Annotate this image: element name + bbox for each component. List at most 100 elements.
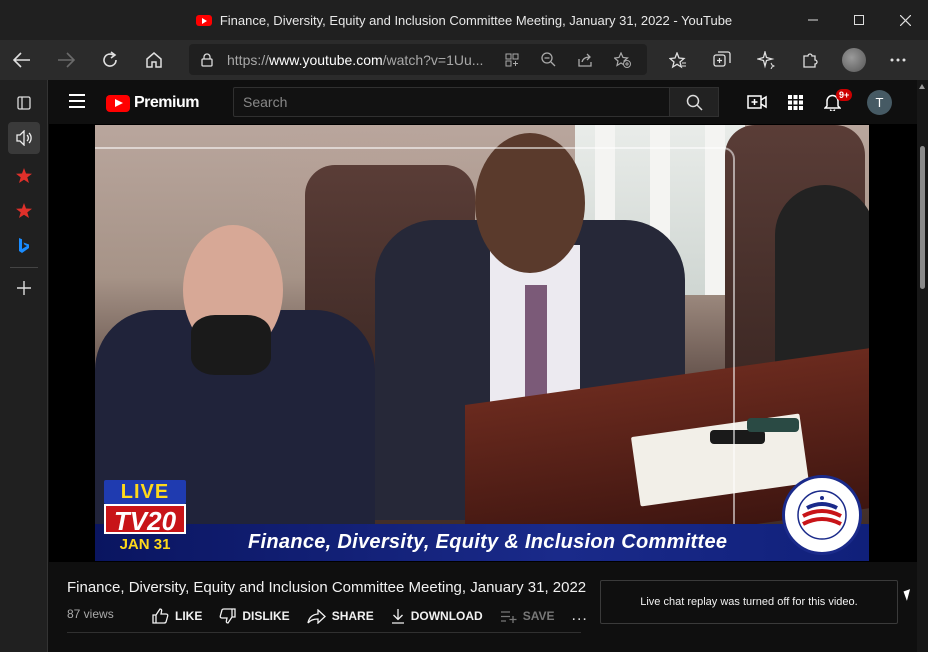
search-icon xyxy=(686,94,703,111)
broadcast-date: JAN 31 xyxy=(119,536,171,553)
mouse-cursor-icon xyxy=(903,589,914,601)
apps-grid-icon xyxy=(787,94,803,110)
arrow-left-icon xyxy=(13,52,30,68)
collections-button[interactable] xyxy=(700,40,744,80)
notification-count-badge: 9+ xyxy=(836,89,853,101)
media-control-button[interactable] xyxy=(8,122,40,154)
speaker-icon xyxy=(15,130,32,146)
favorites-button[interactable] xyxy=(656,40,700,80)
home-icon xyxy=(146,52,162,68)
maximize-icon xyxy=(854,15,864,25)
banner-text: Finance, Diversity, Equity & Inclusion C… xyxy=(248,531,728,553)
extensions-button[interactable] xyxy=(788,40,832,80)
create-button[interactable] xyxy=(745,90,769,114)
youtube-play-icon xyxy=(106,94,130,112)
browser-menu-button[interactable] xyxy=(876,40,920,80)
favorites-star-icon xyxy=(669,51,686,68)
profile-avatar xyxy=(842,48,866,72)
scene-phone xyxy=(747,418,799,432)
maximize-button[interactable] xyxy=(836,0,882,40)
share-button[interactable]: SHARE xyxy=(307,608,374,624)
apps-button[interactable] xyxy=(783,90,807,114)
save-label: SAVE xyxy=(522,609,555,623)
youtube-logo-text: Premium xyxy=(134,94,199,111)
browser-sidebar xyxy=(0,80,48,652)
video-actions: LIKE DISLIKE SHARE DOWNLOAD SAVE ... xyxy=(152,604,588,628)
zoom-button[interactable] xyxy=(530,44,567,75)
more-actions-button[interactable]: ... xyxy=(572,607,588,625)
hamburger-icon xyxy=(69,94,85,96)
minimize-button[interactable] xyxy=(790,0,836,40)
video-player[interactable]: Finance, Diversity, Equity & Inclusion C… xyxy=(49,124,917,562)
add-favorite-button[interactable] xyxy=(604,44,641,75)
plus-icon xyxy=(17,281,31,295)
guide-menu-button[interactable] xyxy=(69,94,85,108)
content-divider xyxy=(67,632,581,633)
window-controls xyxy=(790,0,928,40)
youtube-header: Premium Search 9+ T xyxy=(49,80,917,124)
search-input[interactable]: Search xyxy=(233,87,670,117)
share-arrow-icon xyxy=(307,608,326,624)
refresh-button[interactable] xyxy=(88,40,132,80)
dislike-button[interactable]: DISLIKE xyxy=(219,608,290,624)
home-button[interactable] xyxy=(132,40,176,80)
profile-button[interactable] xyxy=(832,40,876,80)
url-path: /watch?v=1Uu... xyxy=(382,51,484,68)
share-label: SHARE xyxy=(331,609,374,623)
address-bar[interactable]: https://www.youtube.com/watch?v=1Uu... xyxy=(189,44,647,75)
browser-extension-tools xyxy=(656,40,920,80)
video-camera-plus-icon xyxy=(747,95,767,109)
video-lower-third-banner: Finance, Diversity, Equity & Inclusion C… xyxy=(95,524,869,561)
puzzle-icon xyxy=(803,53,818,68)
video-frame[interactable] xyxy=(95,125,869,560)
view-count: 87 views xyxy=(67,607,114,621)
search-button[interactable] xyxy=(669,87,719,117)
copilot-button[interactable] xyxy=(744,40,788,80)
url-text[interactable]: https://www.youtube.com/watch?v=1Uu... xyxy=(227,52,489,68)
close-button[interactable] xyxy=(882,0,928,40)
apps-available-button[interactable] xyxy=(493,44,530,75)
thumbs-down-icon xyxy=(219,608,236,624)
minimize-icon xyxy=(808,19,818,21)
more-horizontal-icon xyxy=(890,58,906,62)
url-domain: www.youtube.com xyxy=(269,51,383,68)
url-prefix: https:// xyxy=(227,51,270,68)
tab-actions-button[interactable] xyxy=(8,87,40,119)
window-title: Finance, Diversity, Equity and Inclusion… xyxy=(219,12,733,28)
window-title-group: Finance, Diversity, Equity and Inclusion… xyxy=(195,12,733,28)
hamburger-line xyxy=(69,106,85,108)
address-bar-icons xyxy=(493,44,641,75)
bing-icon xyxy=(19,238,29,253)
chat-notice-text: Live chat replay was turned off for this… xyxy=(640,596,858,608)
window-titlebar: Finance, Diversity, Equity and Inclusion… xyxy=(0,0,928,40)
city-seal-icon xyxy=(797,490,847,540)
sidebar-favorite-1[interactable] xyxy=(8,159,40,191)
lock-icon xyxy=(201,52,213,67)
browser-toolbar: https://www.youtube.com/watch?v=1Uu... xyxy=(0,40,928,80)
download-icon xyxy=(391,609,404,624)
arrow-right-icon xyxy=(58,52,75,68)
download-button[interactable]: DOWNLOAD xyxy=(391,608,483,624)
grid-plus-icon xyxy=(505,53,518,66)
page-scrollbar[interactable] xyxy=(917,80,928,652)
red-star-icon xyxy=(16,202,32,218)
sidebar-favorite-2[interactable] xyxy=(8,194,40,226)
back-button[interactable] xyxy=(0,40,44,80)
zoom-out-icon xyxy=(541,52,556,67)
account-avatar[interactable]: T xyxy=(867,90,892,115)
bing-button[interactable] xyxy=(8,230,40,262)
collections-icon xyxy=(713,51,731,67)
sidebar-add-button[interactable] xyxy=(8,272,40,304)
scroll-up-arrow-icon[interactable] xyxy=(919,84,925,89)
like-label: LIKE xyxy=(175,609,203,623)
star-add-icon xyxy=(614,51,631,68)
forward-button[interactable] xyxy=(44,40,88,80)
hamburger-line xyxy=(69,100,85,102)
red-star-icon xyxy=(16,167,32,183)
youtube-logo[interactable]: Premium xyxy=(106,94,199,112)
scrollbar-thumb[interactable] xyxy=(920,146,925,289)
sparkle-icon xyxy=(757,51,775,69)
share-page-button[interactable] xyxy=(567,44,604,75)
like-button[interactable]: LIKE xyxy=(152,608,202,624)
save-button[interactable]: SAVE xyxy=(500,609,555,623)
